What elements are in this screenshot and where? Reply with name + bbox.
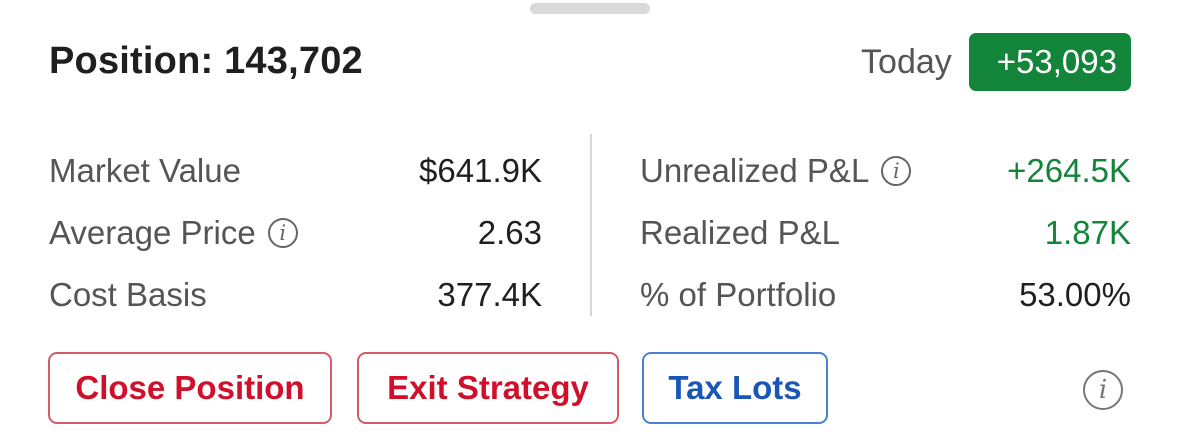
- close-position-button[interactable]: Close Position: [48, 352, 332, 424]
- info-icon[interactable]: i: [1083, 370, 1123, 410]
- stat-value: 377.4K: [437, 276, 542, 313]
- info-icon[interactable]: i: [267, 218, 298, 248]
- today-label: Today: [861, 42, 952, 81]
- stat-row-average-price: Average Price i 2.63: [49, 202, 542, 264]
- stat-value: +264.5K: [1007, 152, 1131, 189]
- tax-lots-button[interactable]: Tax Lots: [642, 352, 828, 424]
- stat-value: $641.9K: [419, 152, 542, 189]
- stat-label: Unrealized P&L: [640, 152, 870, 189]
- stat-value: 2.63: [477, 214, 542, 251]
- stat-label: Cost Basis: [49, 276, 207, 313]
- stat-label: Market Value: [49, 152, 241, 189]
- today-change-badge: +53,093: [968, 33, 1131, 91]
- stat-row-cost-basis: Cost Basis 377.4K: [49, 264, 542, 326]
- position-title: Position: 143,702: [49, 40, 363, 82]
- stat-label: Realized P&L: [640, 214, 840, 251]
- column-divider: [590, 134, 592, 316]
- exit-strategy-button[interactable]: Exit Strategy: [357, 352, 619, 424]
- stat-value: 53.00%: [1019, 276, 1131, 313]
- today-change: Today +53,093: [861, 33, 1131, 91]
- stat-value: 1.87K: [1044, 214, 1131, 251]
- right-stats-column: Unrealized P&L i +264.5K Realized P&L 1.…: [640, 140, 1131, 326]
- stat-row-market-value: Market Value $641.9K: [49, 140, 542, 202]
- stat-row-unrealized-pnl: Unrealized P&L i +264.5K: [640, 140, 1131, 202]
- stat-label: % of Portfolio: [640, 276, 837, 313]
- info-icon[interactable]: i: [881, 156, 912, 186]
- stat-row-portfolio-percent: % of Portfolio 53.00%: [640, 264, 1131, 326]
- stat-row-realized-pnl: Realized P&L 1.87K: [640, 202, 1131, 264]
- stat-label: Average Price: [49, 214, 256, 251]
- left-stats-column: Market Value $641.9K Average Price i 2.6…: [49, 140, 542, 326]
- position-summary-sheet: Position: 143,702 Today +53,093 Market V…: [0, 0, 1179, 447]
- drag-handle[interactable]: [530, 3, 650, 14]
